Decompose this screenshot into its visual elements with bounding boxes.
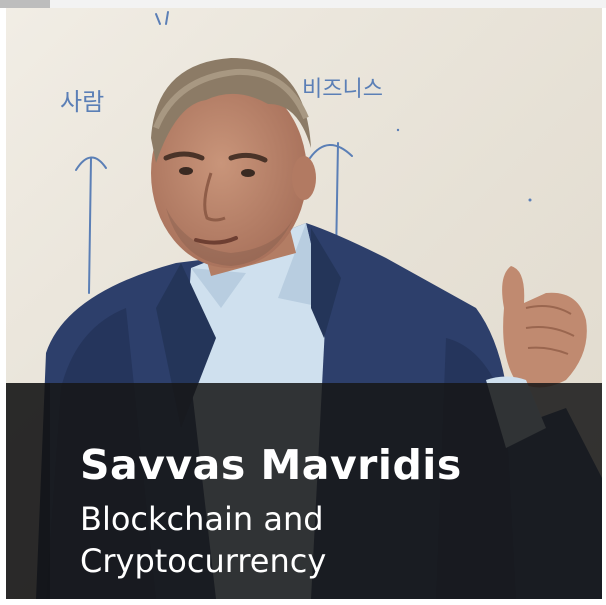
- caption-overlay: Savvas Mavridis Blockchain and Cryptocur…: [6, 383, 602, 599]
- top-tab: [0, 0, 50, 8]
- speaker-card[interactable]: 사람 비즈니스 Savvas Mavridis Blockchain and C…: [0, 0, 606, 605]
- whiteboard-right-word: 비즈니스: [302, 77, 383, 102]
- speaker-topic-line-2: Cryptocurrency: [80, 542, 327, 580]
- speaker-topic: Blockchain and Cryptocurrency: [80, 498, 560, 582]
- top-strip: [0, 0, 606, 8]
- whiteboard-left-word: 사람: [60, 88, 104, 116]
- speaker-topic-line-1: Blockchain and: [80, 500, 324, 538]
- caption-edge: [6, 383, 50, 599]
- speaker-name: Savvas Mavridis: [80, 441, 462, 489]
